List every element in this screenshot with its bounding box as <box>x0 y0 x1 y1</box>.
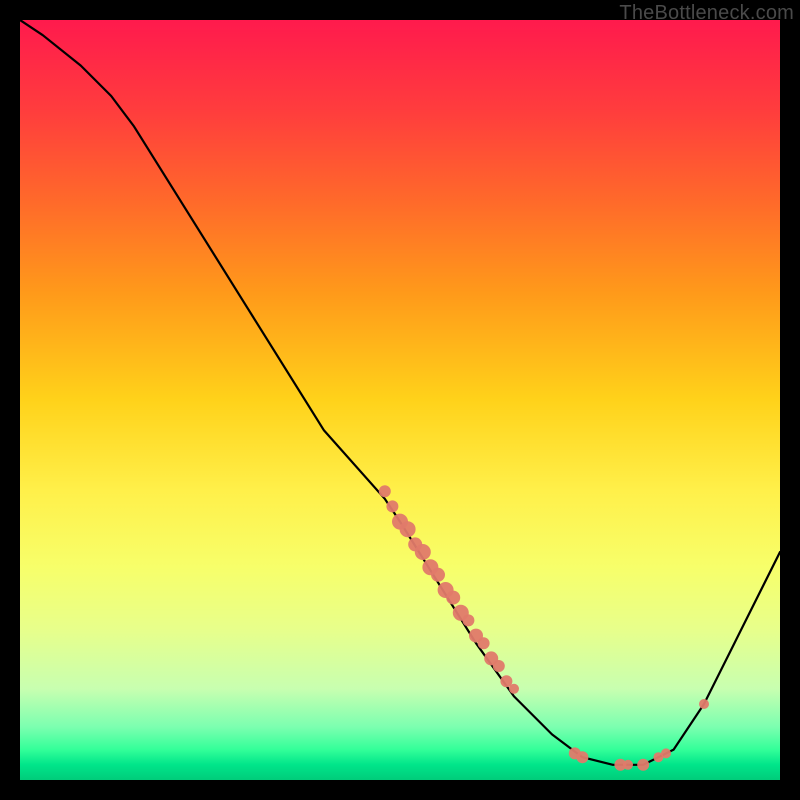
data-point <box>462 614 474 626</box>
data-point <box>493 660 505 672</box>
data-point <box>699 699 709 709</box>
data-point <box>576 751 588 763</box>
data-point <box>478 637 490 649</box>
chart-svg <box>20 20 780 780</box>
data-point <box>637 759 649 771</box>
data-point <box>446 591 460 605</box>
watermark-text: TheBottleneck.com <box>619 2 794 25</box>
data-point <box>661 748 671 758</box>
data-point <box>379 485 391 497</box>
mid-cluster-dots <box>379 485 519 694</box>
data-point <box>386 500 398 512</box>
data-point <box>509 684 519 694</box>
data-point <box>431 568 445 582</box>
data-point <box>623 760 633 770</box>
chart-curve <box>20 20 780 765</box>
data-point <box>400 521 416 537</box>
data-point <box>415 544 431 560</box>
